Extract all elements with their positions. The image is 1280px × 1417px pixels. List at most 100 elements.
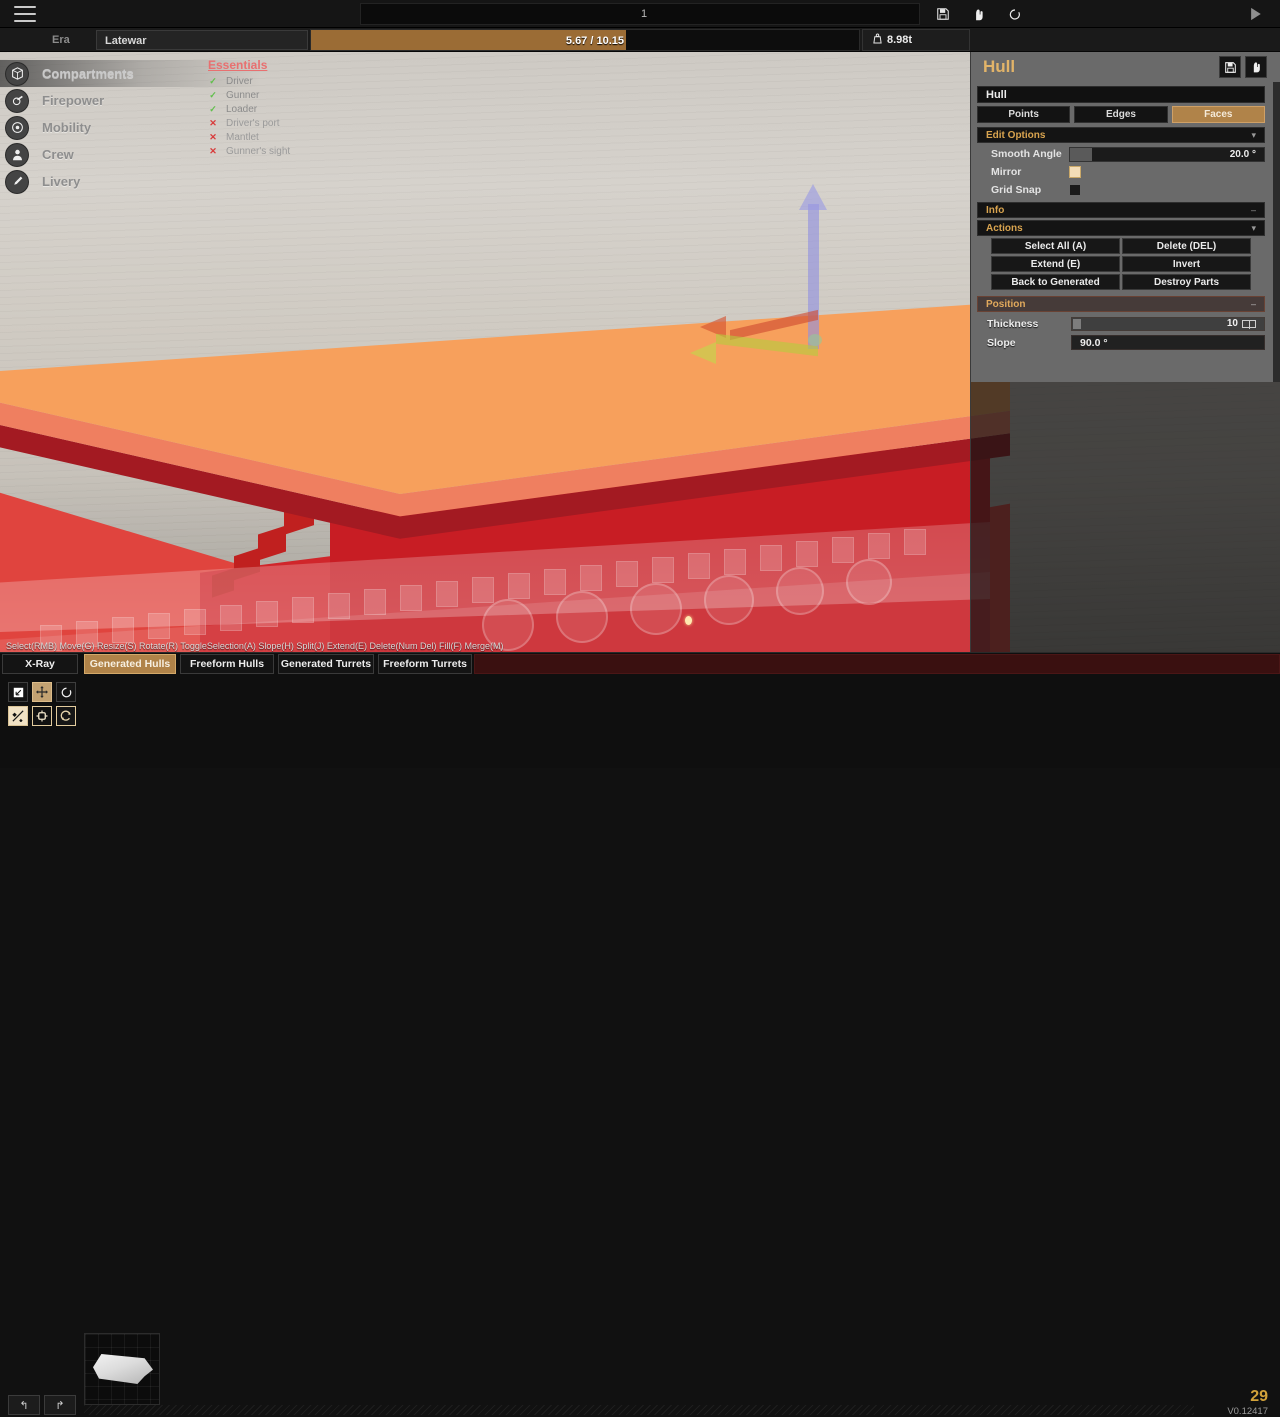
brush-icon [6,170,28,193]
mirror-checkbox[interactable] [1069,166,1081,178]
scale-tool-button[interactable] [8,682,28,702]
destroy-parts-button[interactable]: Destroy Parts [1122,274,1251,290]
essentials-panel: Essentials ✓ Driver ✓ Gunner ✓ Loader ✕ … [208,58,408,158]
section-position[interactable]: Position – [977,296,1265,312]
chevron-down-icon[interactable]: ▾ [1251,130,1256,141]
hamburger-icon[interactable] [14,6,36,22]
essentials-item: ✓ Gunner [208,88,408,102]
thickness-slider[interactable]: 10 [1071,316,1265,331]
grid-snap-label: Grid Snap [991,184,1042,196]
ghost-track-link [796,541,818,567]
tab-freeform-hulls[interactable]: Freeform Hulls [180,654,274,674]
delete-button[interactable]: Delete (DEL) [1122,238,1251,254]
essentials-item-label: Mantlet [226,131,259,143]
vehicle-name-input[interactable]: 1 [360,3,920,25]
tab-points[interactable]: Points [977,106,1071,123]
ghost-track-link [580,565,602,591]
thickness-label: Thickness [987,317,1039,330]
check-icon: ✓ [209,103,217,114]
select-all-button[interactable]: Select All (A) [991,238,1120,254]
section-title: Edit Options [986,129,1046,141]
menu-label: Mobility [42,120,92,135]
era-selector[interactable]: Latewar [96,30,308,50]
save-icon[interactable] [932,4,954,24]
person-icon [6,143,28,166]
bottom-panel: X-Ray Generated Hulls Freeform Hulls Gen… [0,652,1280,1417]
row-slope: Slope 90.0 ° [977,333,1265,352]
thickness-slider-knob[interactable] [1073,318,1081,329]
chevron-down-icon[interactable]: ▾ [1251,223,1256,234]
smooth-angle-label: Smooth Angle [991,148,1062,160]
inspector-scrollbar[interactable] [1273,82,1280,382]
collapse-icon[interactable]: – [1251,299,1256,309]
paint-icon[interactable] [968,4,990,24]
section-edit-options[interactable]: Edit Options ▾ [977,127,1265,143]
tab-freeform-turrets[interactable]: Freeform Turrets [378,654,472,674]
pivot-tool-button[interactable] [56,706,76,726]
paint-button[interactable] [1245,56,1267,78]
menu-item-livery[interactable]: Livery [0,168,260,195]
invert-button[interactable]: Invert [1122,256,1251,272]
gizmo-center-handle[interactable] [808,334,822,346]
slope-input[interactable]: 90.0 ° [1071,335,1265,350]
grid-snap-checkbox[interactable] [1069,184,1081,196]
ghost-track-link [328,593,350,619]
part-name-field[interactable]: Hull [977,86,1265,103]
section-info[interactable]: Info – [977,202,1265,218]
local-space-tool-button[interactable] [32,706,52,726]
essentials-item-label: Gunner [226,89,260,101]
generated-hull-thumbnail[interactable] [84,1333,160,1405]
gizmo-axis-y[interactable] [808,204,819,349]
cannon-icon [6,89,28,112]
undo-button[interactable]: ↰ [8,1395,40,1415]
tab-edges[interactable]: Edges [1074,106,1168,123]
rotate-tool-button[interactable] [56,682,76,702]
shortcut-hint-bar: Select(RMB) Move(G) Resize(S) Rotate(R) … [6,641,504,651]
gizmo-axis-z[interactable] [716,333,818,357]
tab-faces[interactable]: Faces [1171,106,1265,123]
save-preset-button[interactable] [1219,56,1241,78]
inspector-body: Hull Points Edges Faces Edit Options ▾ S… [971,82,1280,652]
essentials-item-label: Loader [226,103,258,115]
selected-vertex-marker[interactable] [685,616,692,625]
play-button[interactable] [1244,4,1266,24]
reload-icon[interactable] [1004,4,1026,24]
ghost-track-link [544,569,566,595]
ghost-wheel [630,583,682,635]
essentials-item-label: Gunner's sight [226,145,291,157]
essentials-item: ✕ Mantlet [208,130,408,144]
back-to-generated-button[interactable]: Back to Generated [991,274,1120,290]
ghost-wheel [556,591,608,643]
menu-label: Firepower [42,93,105,108]
inspector-panel: Hull Hull Points Edges Faces Edit Option… [970,52,1280,652]
essentials-item: ✓ Loader [208,102,408,116]
collapse-icon[interactable]: – [1251,205,1256,215]
gizmo-arrow-y[interactable] [799,184,827,210]
mirror-tool-button[interactable] [8,706,28,726]
ghost-track-link [652,557,674,583]
ghost-track-link [688,553,710,579]
tab-generated-hulls[interactable]: Generated Hulls [84,654,176,674]
transform-gizmo[interactable] [690,182,870,372]
smooth-angle-slider[interactable]: 20.0 ° [1069,146,1265,162]
check-icon: ✓ [209,75,217,86]
ghost-track-link [148,613,170,639]
extend-button[interactable]: Extend (E) [991,256,1120,272]
gizmo-axis-x[interactable] [730,309,818,341]
essentials-item: ✓ Driver [208,74,408,88]
ghost-track-link [400,585,422,611]
ghost-track-link [760,545,782,571]
ghost-track-link [220,605,242,631]
gizmo-arrow-z[interactable] [690,342,716,364]
era-label: Era [52,34,70,46]
smooth-angle-value: 20.0 ° [1229,148,1256,160]
redo-button[interactable]: ↱ [44,1395,76,1415]
ghost-track-link [724,549,746,575]
menu-label: Crew [42,147,74,162]
move-tool-button[interactable] [32,682,52,702]
ghost-track-link [292,597,314,623]
tab-x-ray[interactable]: X-Ray [2,654,78,674]
section-actions[interactable]: Actions ▾ [977,220,1265,236]
essentials-item-label: Driver's port [226,117,280,129]
tab-generated-turrets[interactable]: Generated Turrets [278,654,374,674]
